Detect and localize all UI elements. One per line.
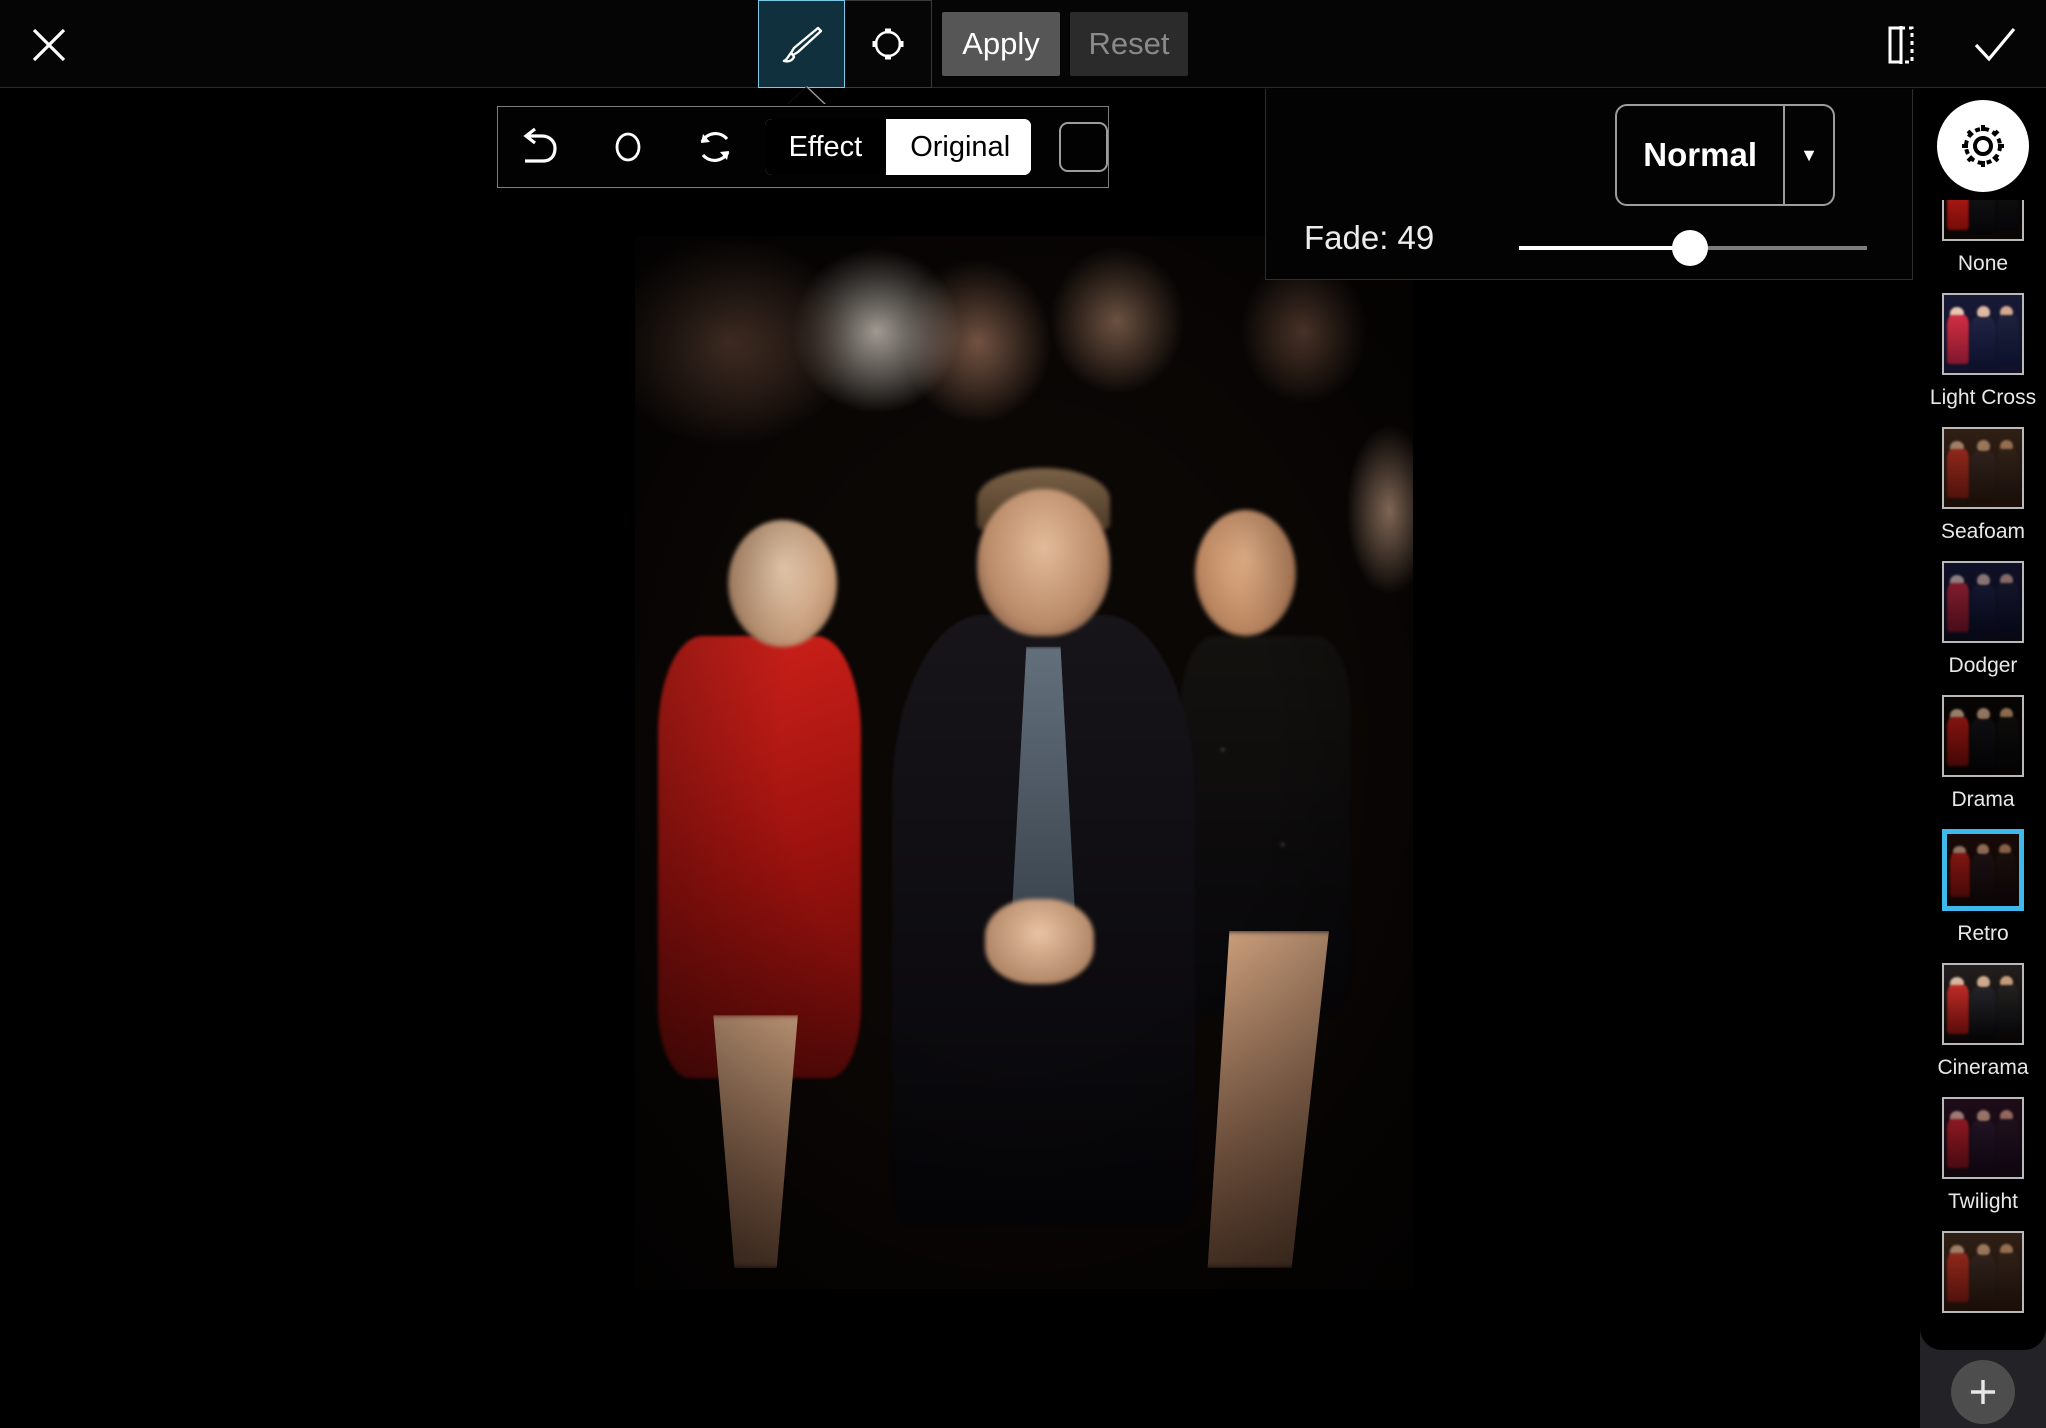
filter-label: None [1957,252,2009,275]
mask-toggle-button[interactable] [1058,122,1109,172]
gear-icon [1962,125,2004,167]
filter-thumbnail[interactable] [1942,829,2024,911]
blend-mode-dropdown[interactable]: Normal ▼ [1615,104,1835,206]
filter-item-dodger[interactable]: Dodger [1920,555,2046,689]
filter-thumbnail[interactable] [1942,293,2024,375]
filter-thumbnail[interactable] [1942,200,2024,241]
brush-options-toolbar: Effect Original [497,106,1109,188]
filter-item[interactable] [1920,1225,2046,1335]
filter-thumbnail[interactable] [1942,1231,2024,1313]
blend-mode-panel: Normal ▼ Fade: 49 [1265,89,1913,280]
filter-preview-image [1944,295,2022,373]
tab-brush-tool[interactable] [758,0,845,88]
paintbrush-icon [782,26,822,63]
undo-button[interactable] [498,107,585,187]
fade-slider-thumb[interactable] [1671,230,1708,266]
filter-label: Cinerama [1937,1056,2029,1079]
close-icon [32,28,66,62]
filter-label: Light Cross [1929,386,2037,409]
filter-label: Twilight [1947,1190,2019,1213]
shape-transform-icon [872,28,904,60]
before-after-compare-icon [1888,26,1914,64]
filter-preview-image [1944,697,2022,775]
filter-thumbnail[interactable] [1942,561,2024,643]
filter-thumbnail[interactable] [1942,695,2024,777]
photo-vignette [635,236,1413,1289]
refresh-circular-arrows-icon [700,132,730,162]
undo-arrow-icon [523,127,558,163]
add-filter-button[interactable] [1951,1360,2015,1424]
filter-preview-image [1947,834,2019,906]
filter-item-light-cross[interactable]: Light Cross [1920,287,2046,421]
chevron-down-icon: ▼ [1783,106,1833,204]
reset-brush-button[interactable] [672,107,759,187]
filter-label: Dodger [1948,654,2018,677]
filter-label: Seafoam [1940,520,2026,543]
filter-item-cinerama[interactable]: Cinerama [1920,957,2046,1091]
image-canvas[interactable] [635,236,1413,1289]
checkmark-icon [1974,27,2016,62]
filter-sidebar-panel: None Light Cross Seafoam Dodger Drama Retro Ci… [1920,88,2046,1350]
filter-thumbnail[interactable] [1942,1097,2024,1179]
fade-label: Fade: 49 [1304,219,1435,256]
filter-thumbnail[interactable] [1942,963,2024,1045]
filter-thumbnail[interactable] [1942,427,2024,509]
filter-preview-image [1944,965,2022,1043]
brush-size-button[interactable] [585,107,672,187]
top-toolbar: Apply Reset [0,0,2046,88]
blend-mode-value: Normal [1643,136,1757,173]
segment-original[interactable]: Original [886,119,1031,175]
brush-size-circle-icon [615,132,641,162]
effect-original-toggle: Effect Original [764,119,1031,175]
tab-shape-tool[interactable] [845,0,932,88]
settings-button[interactable] [1937,100,2029,192]
tool-tab-group: Apply Reset [758,0,1188,88]
compare-before-after-button[interactable] [1874,18,1928,72]
segment-effect[interactable]: Effect [764,119,887,175]
filter-preview-image [1944,200,2022,239]
filter-preview-image [1944,429,2022,507]
filter-thumbnail-list[interactable]: None Light Cross Seafoam Dodger Drama Retro Ci… [1920,200,2046,1350]
filter-label: Retro [1957,922,2009,945]
fade-slider-fill [1519,246,1690,250]
confirm-button[interactable] [1964,14,2026,76]
filter-item-none[interactable]: None [1920,200,2046,287]
reset-button[interactable]: Reset [1070,12,1188,76]
plus-icon [1971,1380,1995,1404]
filter-item-twilight[interactable]: Twilight [1920,1091,2046,1225]
close-button[interactable] [18,14,80,76]
filter-item-retro[interactable]: Retro [1920,823,2046,957]
fade-slider[interactable] [1519,230,1867,266]
filter-preview-image [1944,1099,2022,1177]
filter-item-seafoam[interactable]: Seafoam [1920,421,2046,555]
apply-button[interactable]: Apply [942,12,1060,76]
group-photo-three-people-seated [635,236,1413,1289]
filter-item-drama[interactable]: Drama [1920,689,2046,823]
filter-label: Drama [1951,788,2015,811]
filter-sidebar: None Light Cross Seafoam Dodger Drama Retro Ci… [1920,88,2046,1428]
filter-preview-image [1944,563,2022,641]
active-tool-pointer [788,87,824,104]
filter-preview-image [1944,1233,2022,1311]
